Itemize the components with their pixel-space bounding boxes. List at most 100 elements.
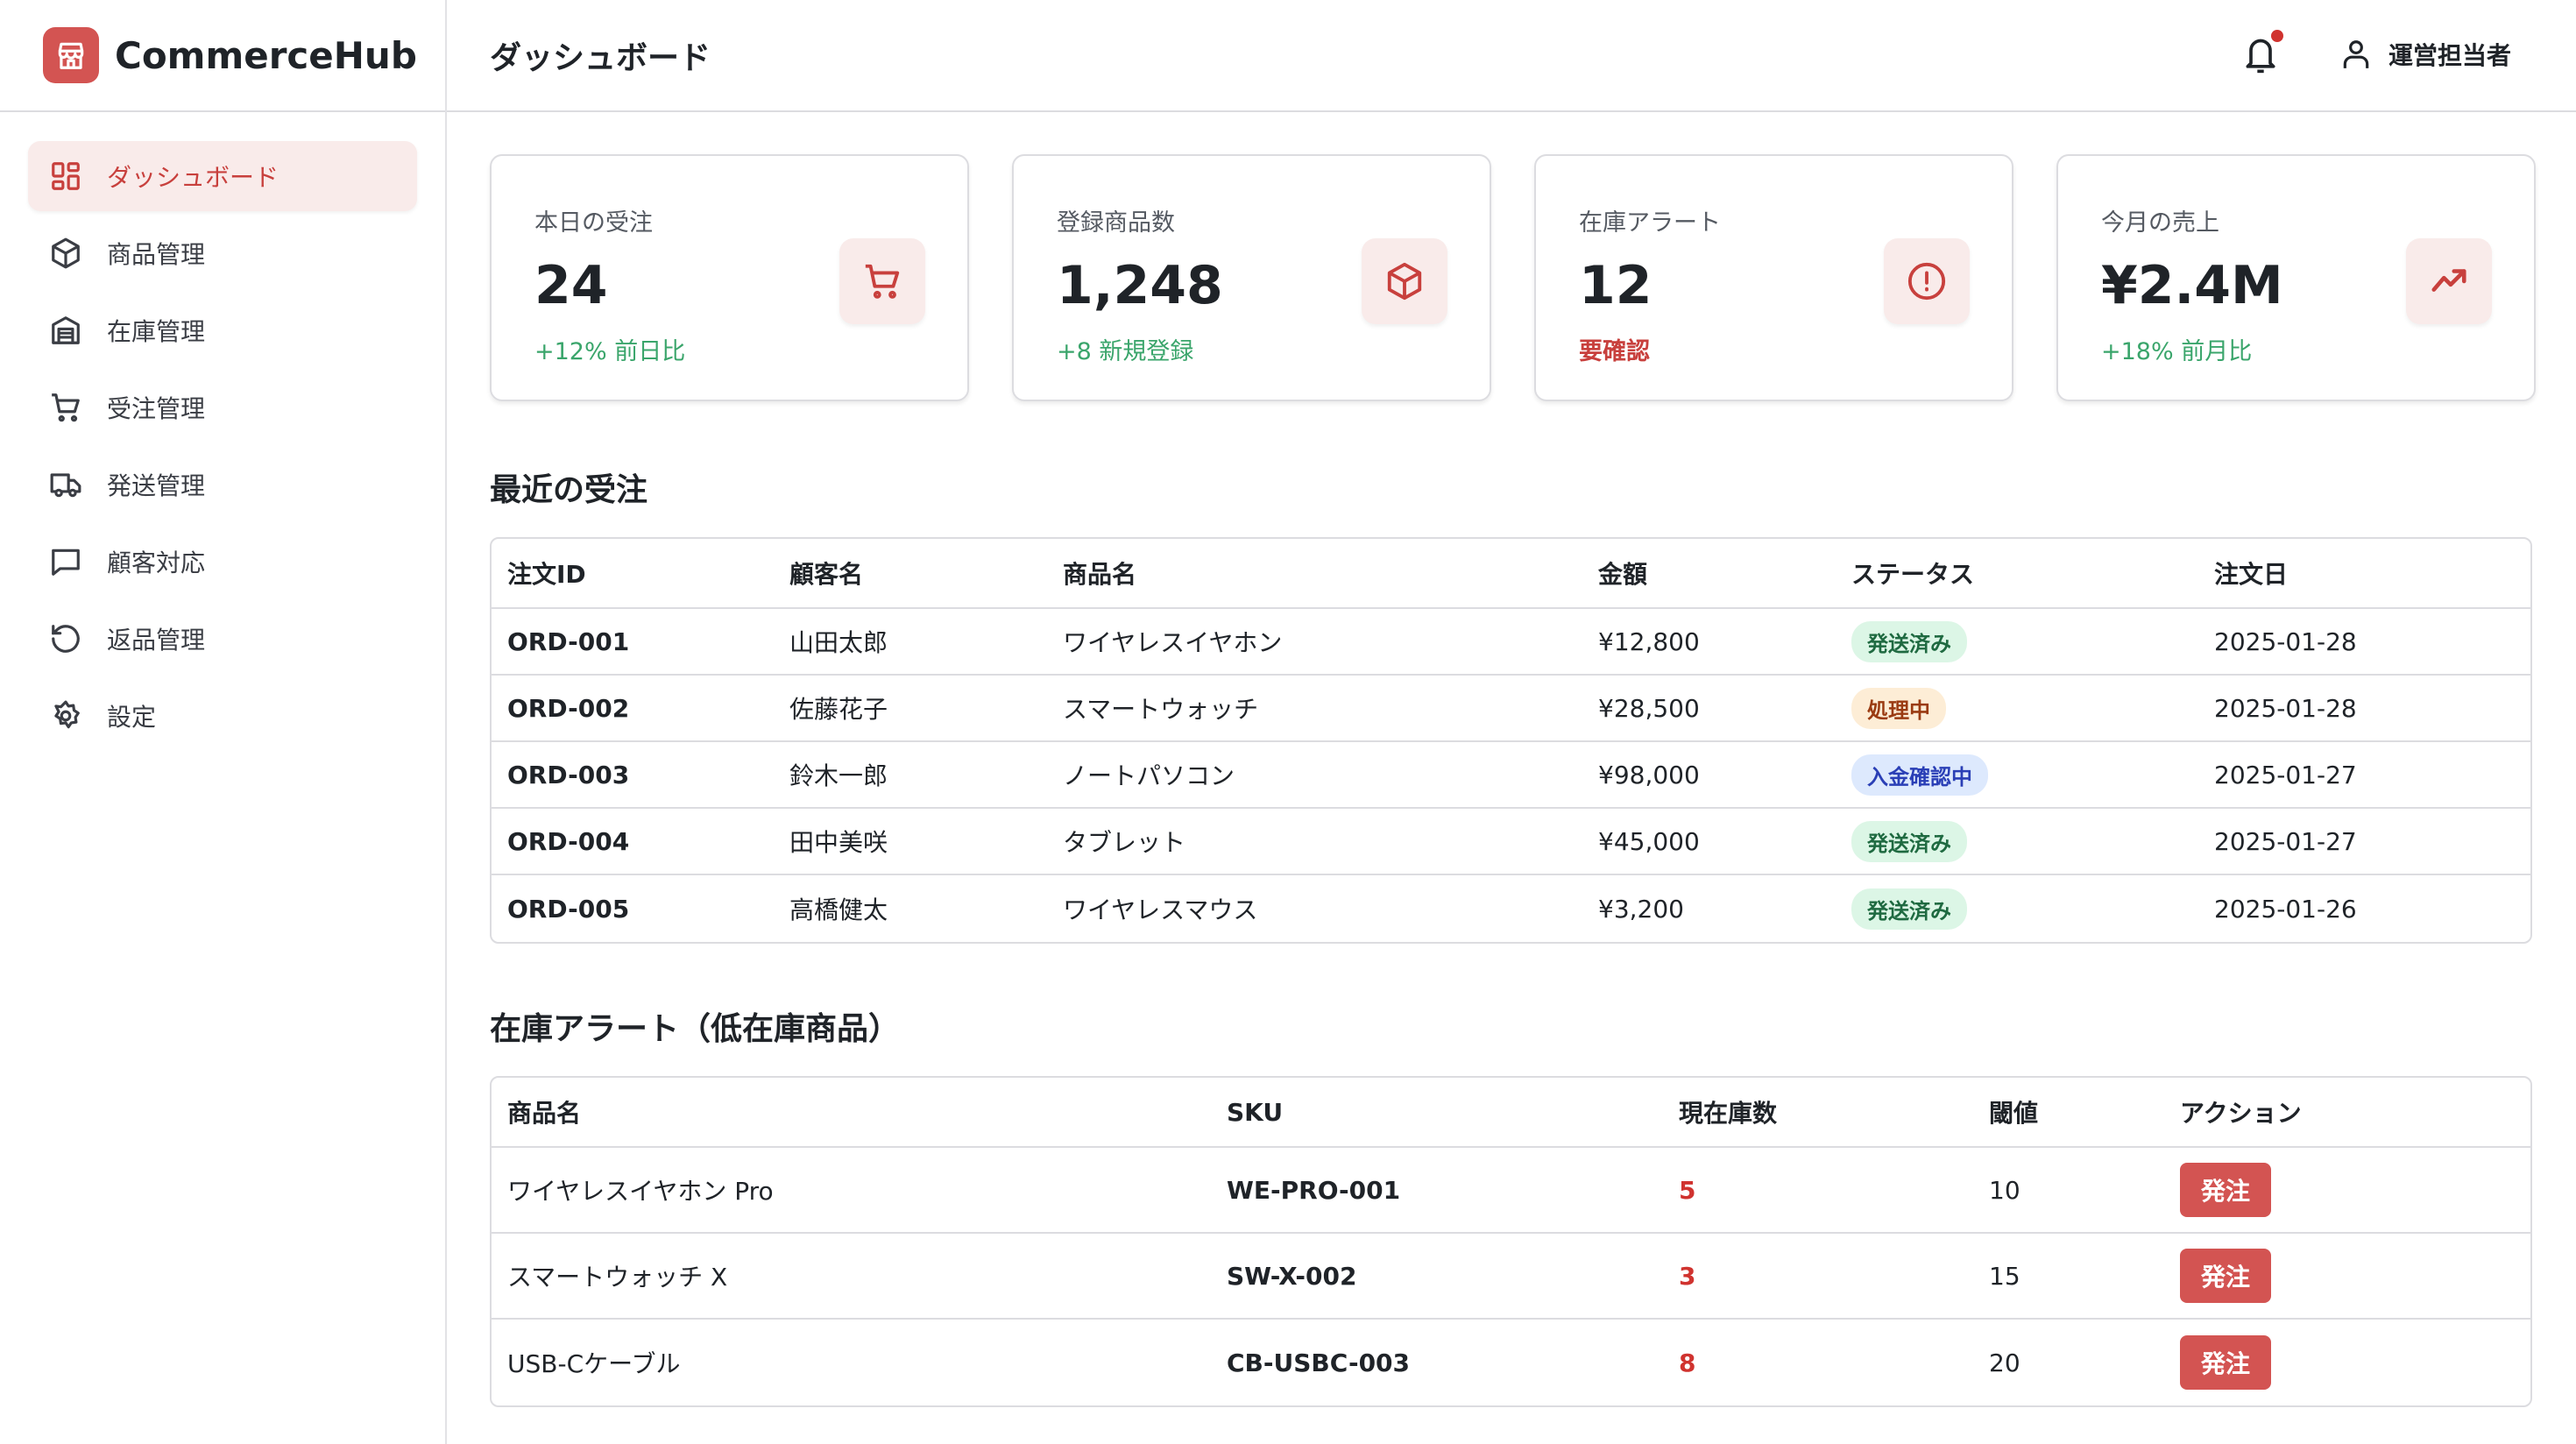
amount: ¥45,000 bbox=[1582, 809, 1836, 875]
warehouse-icon bbox=[49, 314, 82, 347]
table-row[interactable]: ORD-004 田中美咲 タブレット ¥45,000 発送済み 2025-01-… bbox=[492, 809, 2530, 875]
sidebar-item-settings[interactable]: 設定 bbox=[28, 681, 417, 751]
product-name: USB-Cケーブル bbox=[492, 1320, 1211, 1405]
card-label: 本日の受注 bbox=[534, 203, 967, 237]
column-header[interactable]: アクション bbox=[2164, 1078, 2530, 1148]
alert-icon bbox=[1884, 238, 1970, 324]
stock-alert-title: 在庫アラート（低在庫商品） bbox=[490, 1003, 900, 1049]
card-label: 今月の売上 bbox=[2101, 203, 2534, 237]
product-name: スマートウォッチ bbox=[1047, 676, 1582, 742]
stat-card-products: 登録商品数 1,248 +8 新規登録 bbox=[1012, 154, 1491, 401]
page-title: ダッシュボード bbox=[490, 32, 711, 78]
order-date: 2025-01-27 bbox=[2198, 809, 2530, 875]
customer-name: 高橋健太 bbox=[774, 875, 1047, 942]
status-badge: 発送済み bbox=[1851, 888, 1967, 930]
table-row[interactable]: ORD-002 佐藤花子 スマートウォッチ ¥28,500 処理中 2025-0… bbox=[492, 676, 2530, 742]
recent-orders-title: 最近の受注 bbox=[490, 464, 648, 510]
box-icon bbox=[49, 237, 82, 270]
sidebar-item-returns[interactable]: 返品管理 bbox=[28, 604, 417, 674]
store-icon bbox=[43, 27, 99, 83]
table-header: 商品名 SKU 現在庫数 閾値 アクション bbox=[492, 1078, 2530, 1148]
table-row[interactable]: ORD-003 鈴木一郎 ノートパソコン ¥98,000 入金確認中 2025-… bbox=[492, 742, 2530, 809]
status-badge: 発送済み bbox=[1851, 621, 1967, 662]
action-cell: 発注 bbox=[2164, 1234, 2530, 1320]
sidebar-item-label: 発送管理 bbox=[107, 467, 205, 502]
column-header[interactable]: 顧客名 bbox=[774, 539, 1047, 609]
card-change: 要確認 bbox=[1579, 332, 2012, 366]
column-header[interactable]: 商品名 bbox=[492, 1078, 1211, 1148]
order-id[interactable]: ORD-002 bbox=[492, 676, 774, 742]
cart-icon bbox=[839, 238, 925, 324]
stat-card-sales: 今月の売上 ¥2.4M +18% 前月比 bbox=[2056, 154, 2536, 401]
product-name: ワイヤレスマウス bbox=[1047, 875, 1582, 942]
amount: ¥12,800 bbox=[1582, 609, 1836, 676]
status-badge: 発送済み bbox=[1851, 821, 1967, 862]
sidebar-item-shipping[interactable]: 発送管理 bbox=[28, 449, 417, 520]
order-date: 2025-01-26 bbox=[2198, 875, 2530, 942]
column-header[interactable]: 閾値 bbox=[1973, 1078, 2164, 1148]
cart-icon bbox=[49, 391, 82, 424]
order-id[interactable]: ORD-004 bbox=[492, 809, 774, 875]
stat-cards: 本日の受注 24 +12% 前日比 登録商品数 1,248 +8 新規登録 在庫… bbox=[490, 154, 2536, 401]
order-date: 2025-01-27 bbox=[2198, 742, 2530, 809]
table-row: USB-Cケーブル CB-USBC-003 8 20 発注 bbox=[492, 1320, 2530, 1405]
table-header: 注文ID 顧客名 商品名 金額 ステータス 注文日 bbox=[492, 539, 2530, 609]
brand[interactable]: CommerceHub bbox=[0, 0, 445, 112]
truck-icon bbox=[49, 468, 82, 501]
reorder-button[interactable]: 発注 bbox=[2180, 1335, 2271, 1390]
card-change: +12% 前日比 bbox=[534, 332, 967, 366]
message-icon bbox=[49, 545, 82, 578]
sidebar-item-products[interactable]: 商品管理 bbox=[28, 218, 417, 288]
status-cell: 発送済み bbox=[1836, 875, 2198, 942]
current-stock: 8 bbox=[1663, 1320, 1973, 1405]
amount: ¥28,500 bbox=[1582, 676, 1836, 742]
sidebar-item-label: 設定 bbox=[107, 698, 156, 733]
stock-alert-table: 商品名 SKU 現在庫数 閾値 アクション ワイヤレスイヤホン Pro WE-P… bbox=[490, 1076, 2532, 1407]
order-id[interactable]: ORD-003 bbox=[492, 742, 774, 809]
sidebar-item-label: 商品管理 bbox=[107, 236, 205, 271]
column-header[interactable]: 金額 bbox=[1582, 539, 1836, 609]
reorder-button[interactable]: 発注 bbox=[2180, 1163, 2271, 1217]
trend-up-icon bbox=[2406, 238, 2492, 324]
sidebar-item-inventory[interactable]: 在庫管理 bbox=[28, 295, 417, 365]
threshold: 10 bbox=[1973, 1148, 2164, 1234]
card-change: +8 新規登録 bbox=[1057, 332, 1490, 366]
product-name: ワイヤレスイヤホン Pro bbox=[492, 1148, 1211, 1234]
column-header[interactable]: 注文日 bbox=[2198, 539, 2530, 609]
customer-name: 佐藤花子 bbox=[774, 676, 1047, 742]
amount: ¥98,000 bbox=[1582, 742, 1836, 809]
status-cell: 入金確認中 bbox=[1836, 742, 2198, 809]
sku: WE-PRO-001 bbox=[1211, 1148, 1663, 1234]
column-header[interactable]: SKU bbox=[1211, 1078, 1663, 1148]
customer-name: 鈴木一郎 bbox=[774, 742, 1047, 809]
column-header[interactable]: 現在庫数 bbox=[1663, 1078, 1973, 1148]
user-menu[interactable]: 運営担当者 bbox=[2339, 37, 2511, 72]
sidebar: CommerceHub ダッシュボード 商品管理 在庫管理 受注管理 発送管理 … bbox=[0, 0, 447, 1444]
sidebar-item-support[interactable]: 顧客対応 bbox=[28, 527, 417, 597]
user-icon bbox=[2339, 37, 2373, 72]
sidebar-item-dashboard[interactable]: ダッシュボード bbox=[28, 141, 417, 211]
table-row[interactable]: ORD-001 山田太郎 ワイヤレスイヤホン ¥12,800 発送済み 2025… bbox=[492, 609, 2530, 676]
stat-card-orders: 本日の受注 24 +12% 前日比 bbox=[490, 154, 969, 401]
threshold: 15 bbox=[1973, 1234, 2164, 1320]
column-header[interactable]: 注文ID bbox=[492, 539, 774, 609]
customer-name: 田中美咲 bbox=[774, 809, 1047, 875]
card-change: +18% 前月比 bbox=[2101, 332, 2534, 366]
reorder-button[interactable]: 発注 bbox=[2180, 1249, 2271, 1303]
column-header[interactable]: ステータス bbox=[1836, 539, 2198, 609]
order-date: 2025-01-28 bbox=[2198, 676, 2530, 742]
sidebar-item-label: 在庫管理 bbox=[107, 313, 205, 348]
recent-orders-table: 注文ID 顧客名 商品名 金額 ステータス 注文日 ORD-001 山田太郎 ワ… bbox=[490, 537, 2532, 944]
sidebar-nav: ダッシュボード 商品管理 在庫管理 受注管理 発送管理 顧客対応 返品管理 設定 bbox=[0, 112, 445, 751]
order-id[interactable]: ORD-001 bbox=[492, 609, 774, 676]
order-id[interactable]: ORD-005 bbox=[492, 875, 774, 942]
customer-name: 山田太郎 bbox=[774, 609, 1047, 676]
sidebar-item-orders[interactable]: 受注管理 bbox=[28, 372, 417, 442]
column-header[interactable]: 商品名 bbox=[1047, 539, 1582, 609]
table-row[interactable]: ORD-005 高橋健太 ワイヤレスマウス ¥3,200 発送済み 2025-0… bbox=[492, 875, 2530, 942]
sku: SW-X-002 bbox=[1211, 1234, 1663, 1320]
gear-icon bbox=[49, 699, 82, 733]
undo-icon bbox=[49, 622, 82, 655]
status-cell: 発送済み bbox=[1836, 609, 2198, 676]
product-name: ワイヤレスイヤホン bbox=[1047, 609, 1582, 676]
